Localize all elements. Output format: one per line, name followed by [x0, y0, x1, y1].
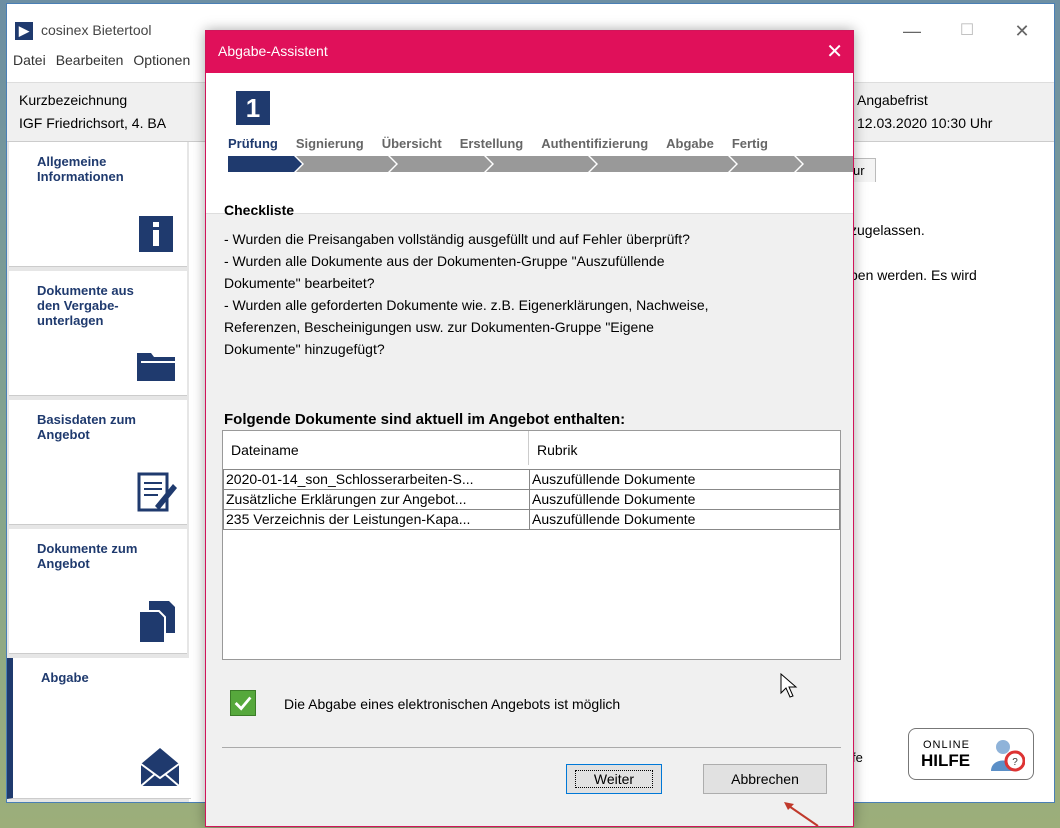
sidebar-item-label: Basisdaten zum Angebot	[37, 412, 136, 442]
dialog-close-button[interactable]: ✕	[826, 39, 843, 64]
sidebar: Allgemeine Informationen Dokumente aus d…	[7, 142, 191, 802]
status-text: Die Abgabe eines elektronischen Angebots…	[284, 696, 621, 712]
documents-table: Dateiname Rubrik 2020-01-14_son_Schlosse…	[222, 430, 841, 660]
minimize-button[interactable]: —	[892, 18, 932, 44]
checklist-title: Checkliste	[224, 202, 295, 218]
window-close-button[interactable]: ✕	[1002, 18, 1042, 44]
column-header-dateiname[interactable]: Dateiname	[223, 431, 529, 465]
documents-title: Folgende Dokumente sind aktuell im Angeb…	[224, 411, 626, 428]
cell-dateiname: 235 Verzeichnis der Leistungen-Kapa...	[223, 509, 530, 530]
abbrechen-button[interactable]: Abbrechen	[703, 764, 827, 794]
annotation-arrow-icon	[784, 802, 819, 827]
checkmark-icon	[230, 690, 256, 716]
dialog-title-bar: Abgabe-Assistent ✕	[206, 31, 853, 73]
cell-dateiname: Zusätzliche Erklärungen zur Angebot...	[223, 489, 530, 510]
kurzbezeichnung-label: Kurzbezeichnung	[19, 92, 128, 108]
menu-optionen[interactable]: Optionen	[133, 52, 190, 68]
maximize-button[interactable]: ☐	[947, 18, 987, 44]
step-abgabe: Abgabe	[666, 136, 714, 151]
weiter-button-label: Weiter	[574, 770, 654, 788]
online-help-line1: ONLINE	[923, 739, 970, 751]
dialog-body: Checkliste - Wurden die Preisangaben vol…	[206, 202, 853, 824]
app-title: cosinex Bietertool	[41, 22, 152, 38]
edit-document-icon	[137, 472, 177, 512]
cell-dateiname: 2020-01-14_son_Schlosserarbeiten-S...	[223, 469, 530, 490]
wizard-header: 1 Prüfung Signierung Übersicht Erstellung Au…	[206, 73, 853, 214]
sidebar-item-label: Allgemeine Informationen	[37, 154, 124, 184]
column-header-rubrik[interactable]: Rubrik	[529, 431, 841, 465]
svg-text:?: ?	[1012, 757, 1018, 768]
sidebar-item-label: Abgabe	[41, 670, 89, 685]
menu-bearbeiten[interactable]: Bearbeiten	[56, 52, 124, 68]
frist-label: Angabefrist	[857, 92, 928, 108]
sidebar-item-dokumente-zum-angebot[interactable]: Dokumente zum Angebot	[9, 529, 187, 654]
kurzbezeichnung-value: IGF Friedrichsort, 4. BA	[19, 115, 167, 131]
wizard-steps: Prüfung Signierung Übersicht Erstellung Auth…	[228, 136, 786, 151]
step-signierung: Signierung	[295, 136, 364, 151]
table-row[interactable]: 235 Verzeichnis der Leistungen-Kapa... A…	[223, 509, 840, 530]
abgabe-assistent-dialog: Abgabe-Assistent ✕ 1 Prüfung Signierung Üb…	[205, 30, 854, 827]
step-authentifizierung: Authentifizierung	[541, 136, 649, 151]
cell-rubrik: Auszufüllende Dokumente	[529, 489, 840, 510]
sidebar-item-allgemeine-informationen[interactable]: Allgemeine Informationen	[9, 142, 187, 267]
weiter-button[interactable]: Weiter	[566, 764, 662, 794]
menu-bar: Datei Bearbeiten Optionen	[7, 52, 194, 78]
table-row[interactable]: 2020-01-14_son_Schlosserarbeiten-S... Au…	[223, 469, 840, 490]
sidebar-item-basisdaten[interactable]: Basisdaten zum Angebot	[9, 400, 187, 525]
step-number: 1	[236, 91, 270, 125]
app-logo-icon: ▶	[15, 22, 33, 40]
content-text-2: ben werden. Es wird	[850, 267, 977, 283]
dialog-title: Abgabe-Assistent	[218, 43, 328, 59]
step-uebersicht: Übersicht	[381, 136, 442, 151]
content-text-1: zugelassen.	[850, 222, 925, 238]
documents-icon	[138, 601, 175, 643]
online-help-line2: HILFE	[921, 751, 971, 770]
step-erstellung: Erstellung	[459, 136, 524, 151]
sidebar-item-dokumente-vergabeunterlagen[interactable]: Dokumente aus den Vergabe-unterlagen	[9, 271, 187, 396]
mouse-cursor-icon	[780, 673, 798, 698]
sidebar-item-label: Dokumente zum Angebot	[37, 541, 138, 571]
help-person-icon: ?	[991, 740, 1025, 772]
wizard-progress-bar	[228, 156, 853, 172]
cell-rubrik: Auszufüllende Dokumente	[529, 469, 840, 490]
envelope-icon	[140, 748, 180, 787]
frist-value: 12.03.2020 10:30 Uhr	[857, 115, 993, 131]
divider	[222, 747, 841, 748]
sidebar-item-abgabe[interactable]: Abgabe	[7, 658, 191, 799]
cell-rubrik: Auszufüllende Dokumente	[529, 509, 840, 530]
menu-datei[interactable]: Datei	[13, 52, 46, 68]
online-help-button[interactable]: ONLINE HILFE ?	[908, 728, 1034, 780]
step-fertig: Fertig	[731, 136, 768, 151]
table-row[interactable]: Zusätzliche Erklärungen zur Angebot... A…	[223, 489, 840, 510]
info-icon	[139, 216, 173, 252]
folder-icon	[137, 353, 175, 381]
step-pruefung: Prüfung	[228, 136, 278, 151]
sidebar-item-label: Dokumente aus den Vergabe-unterlagen	[37, 283, 134, 328]
checklist-text: - Wurden die Preisangaben vollständig au…	[224, 231, 709, 357]
